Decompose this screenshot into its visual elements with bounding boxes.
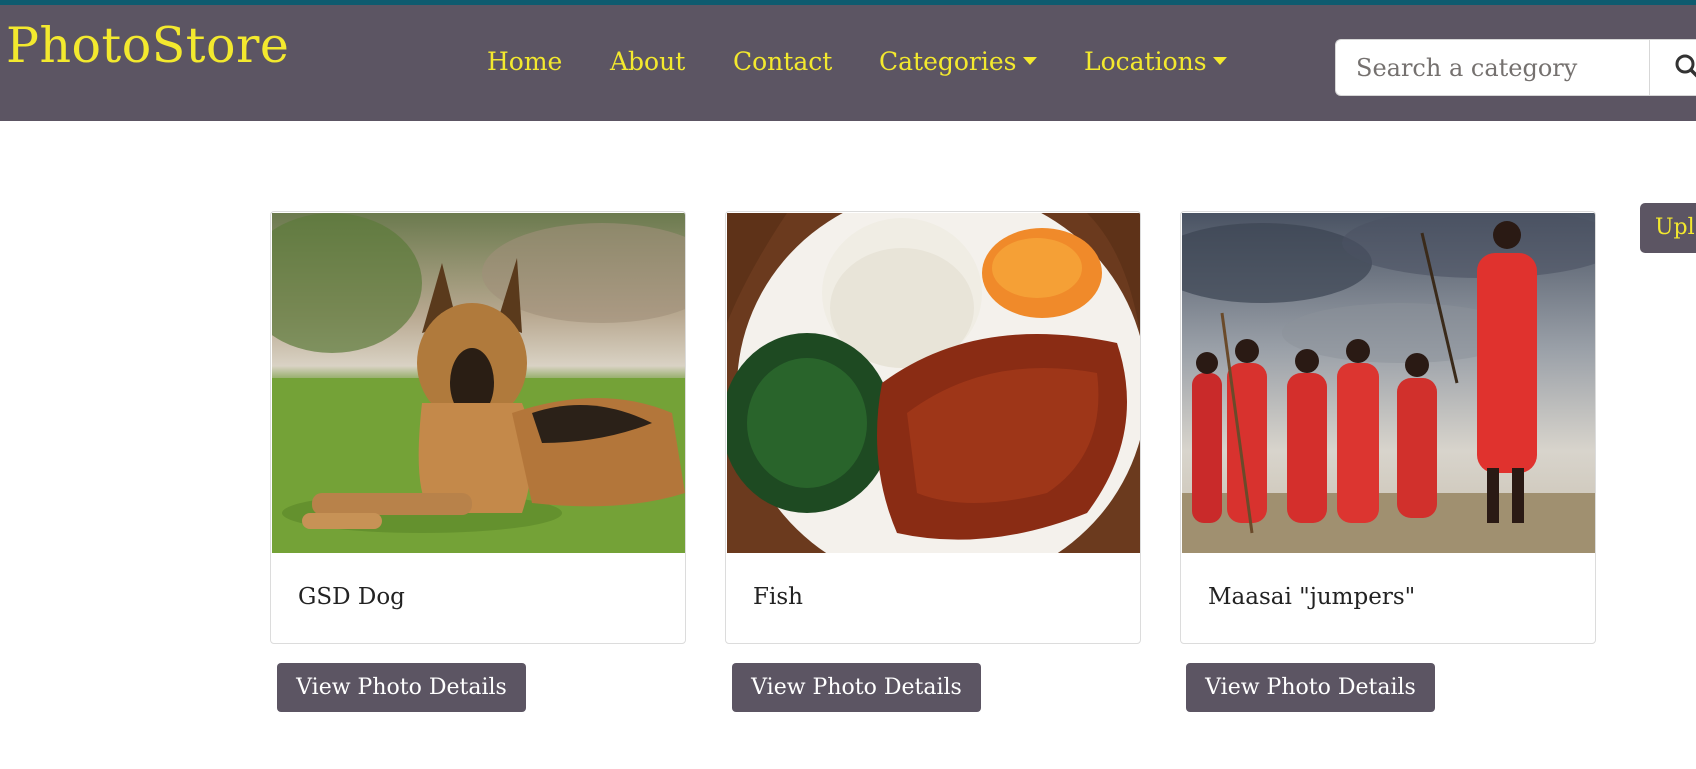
nav-link-contact[interactable]: Contact bbox=[733, 47, 832, 76]
caret-down-icon bbox=[1022, 57, 1037, 65]
nav-dropdown-locations[interactable]: Locations bbox=[1084, 47, 1227, 76]
photo-thumbnail[interactable] bbox=[1182, 213, 1595, 553]
photo-card: Fish bbox=[725, 211, 1141, 644]
german-shepherd-dog-photo bbox=[272, 213, 685, 553]
photo-thumbnail[interactable] bbox=[272, 213, 685, 553]
search-icon bbox=[1675, 54, 1696, 78]
photo-title: Maasai "jumpers" bbox=[1208, 584, 1416, 610]
upload-button[interactable]: Upl bbox=[1640, 203, 1696, 253]
caret-down-icon bbox=[1212, 57, 1227, 65]
view-photo-details-button[interactable]: View Photo Details bbox=[1186, 663, 1435, 712]
view-photo-details-button[interactable]: View Photo Details bbox=[277, 663, 526, 712]
search-button[interactable] bbox=[1649, 39, 1696, 96]
nav-link-about[interactable]: About bbox=[610, 47, 685, 76]
maasai-warriors-jumping-photo bbox=[1182, 213, 1595, 553]
photo-title: GSD Dog bbox=[298, 584, 405, 610]
photo-thumbnail[interactable] bbox=[727, 213, 1140, 553]
photo-card: GSD Dog bbox=[270, 211, 686, 644]
nav-link-home[interactable]: Home bbox=[487, 47, 562, 76]
view-photo-details-button[interactable]: View Photo Details bbox=[732, 663, 981, 712]
fish-ugali-sukuma-plate-photo bbox=[727, 213, 1140, 553]
photo-title: Fish bbox=[753, 584, 803, 610]
nav-dropdown-locations-label: Locations bbox=[1084, 47, 1207, 76]
search-input[interactable] bbox=[1335, 39, 1651, 96]
brand-logo[interactable]: PhotoStore bbox=[6, 17, 289, 74]
photo-card: Maasai "jumpers" bbox=[1180, 211, 1596, 644]
nav-dropdown-categories[interactable]: Categories bbox=[879, 47, 1037, 76]
nav-dropdown-categories-label: Categories bbox=[879, 47, 1017, 76]
navbar: PhotoStore Home About Contact Categories… bbox=[0, 5, 1696, 121]
